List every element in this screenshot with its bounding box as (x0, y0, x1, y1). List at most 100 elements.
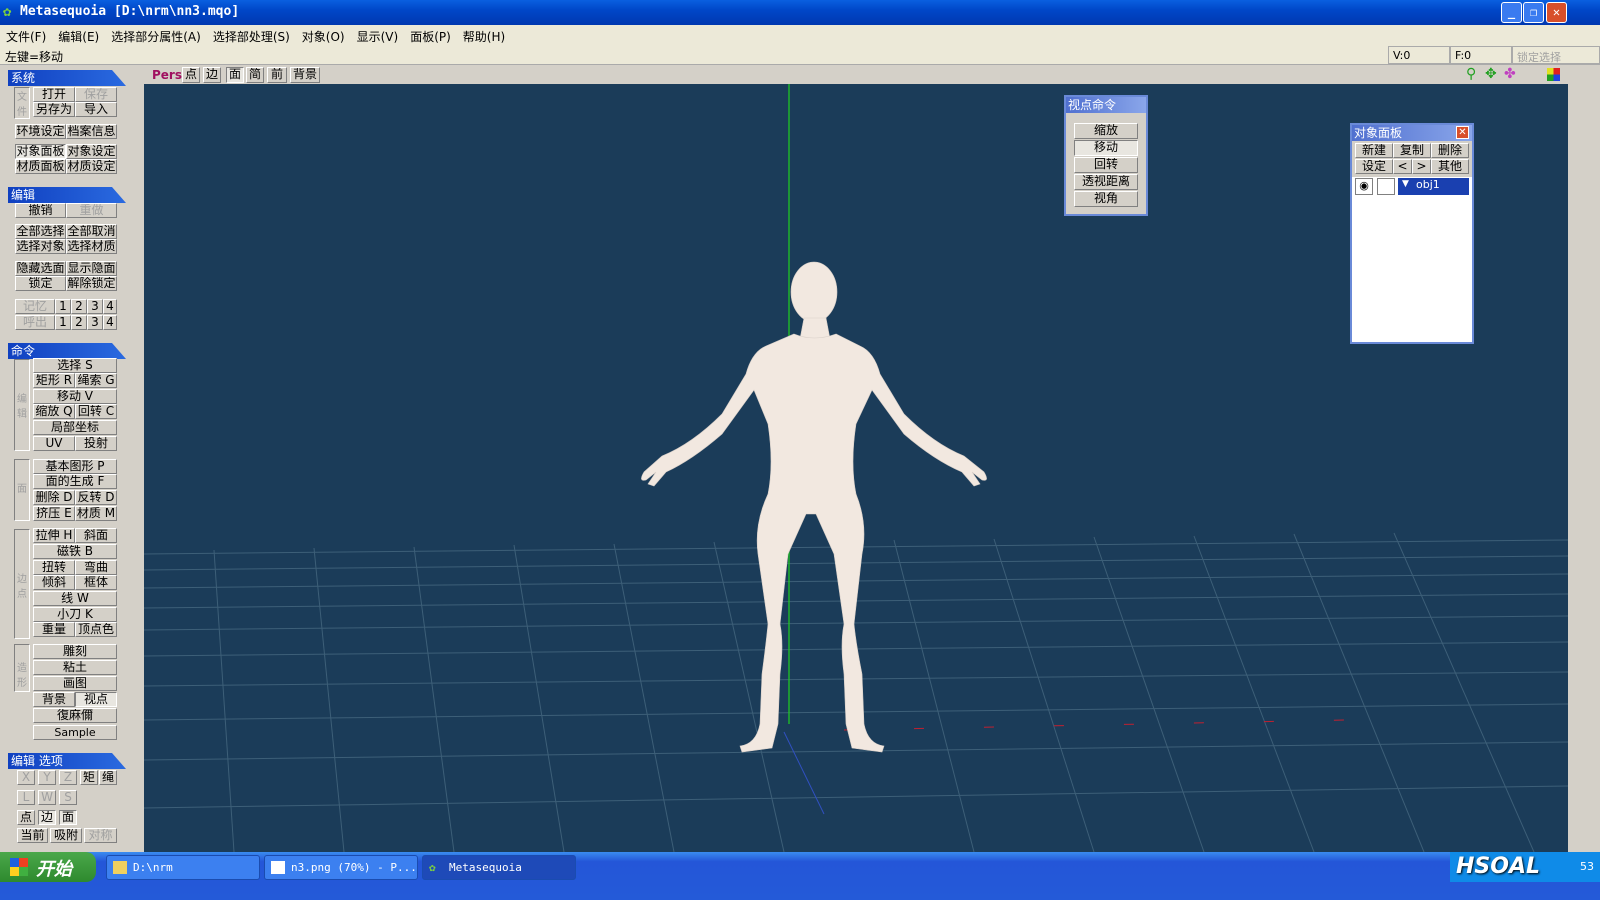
bevel-tool-button[interactable]: 斜面 (75, 528, 117, 543)
mirror-plugin-button[interactable]: 復麻儞 (33, 708, 117, 723)
expand-triangle-icon[interactable]: ▼ (1402, 179, 1409, 189)
knife-tool-button[interactable]: 小刀 K (33, 607, 117, 622)
edge-mode-toggle[interactable]: 边 (38, 810, 56, 825)
twist-tool-button[interactable]: 扭转 (33, 560, 75, 575)
object-panel-button[interactable]: 对象面板 (15, 144, 66, 159)
sculpt-tool-button[interactable]: 雕刻 (33, 644, 117, 659)
extrude-tool-button[interactable]: 挤压 E (33, 506, 75, 521)
axis-x-toggle[interactable]: X (17, 770, 35, 785)
taskbar-item-metasequoia[interactable]: ✿ Metasequoia (422, 855, 576, 880)
scale-tool-button[interactable]: 缩放 Q (33, 404, 75, 419)
copy-object-button[interactable]: 复制 (1393, 143, 1431, 158)
viewpoint-command-panel[interactable]: 视点命令 缩放 移动 回转 透视距离 视角 (1064, 95, 1148, 216)
sample-plugin-button[interactable]: Sample (33, 725, 117, 740)
delete-tool-button[interactable]: 删除 D (33, 490, 75, 505)
recall-slot-2[interactable]: 2 (71, 315, 87, 330)
current-object-toggle[interactable]: 当前 (17, 828, 48, 843)
open-button[interactable]: 打开 (33, 87, 75, 102)
import-button[interactable]: 导入 (75, 102, 117, 117)
recall-button[interactable]: 呼出 (15, 315, 55, 330)
clay-tool-button[interactable]: 粘土 (33, 660, 117, 675)
prev-object-button[interactable]: < (1393, 159, 1412, 174)
uv-button[interactable]: UV (33, 436, 75, 451)
lock-checkbox[interactable] (1377, 178, 1395, 195)
unlock-button[interactable]: 解除锁定 (66, 276, 117, 291)
vertex-display-toggle[interactable]: 点 (182, 67, 200, 83)
panel-header-system[interactable]: 系统 (8, 70, 126, 86)
basic-shape-button[interactable]: 基本图形 P (33, 459, 117, 474)
frame-tool-button[interactable]: 框体 (75, 575, 117, 590)
select-material-button[interactable]: 选择材质 (66, 239, 117, 254)
rotate-view-icon[interactable]: ✤ (1504, 66, 1516, 82)
save-as-button[interactable]: 另存为 (33, 102, 75, 117)
menu-edit[interactable]: 编辑(E) (52, 25, 105, 45)
material-tool-button[interactable]: 材质 M (75, 506, 117, 521)
slant-tool-button[interactable]: 倾斜 (33, 575, 75, 590)
material-panel-button[interactable]: 材质面板 (15, 159, 66, 174)
memory-slot-4[interactable]: 4 (103, 299, 117, 314)
layout-icon[interactable] (1547, 68, 1560, 81)
lasso-tool-button[interactable]: 绳索 G (75, 373, 117, 388)
viewpoint-panel-title[interactable]: 视点命令 (1066, 97, 1146, 113)
bend-tool-button[interactable]: 弯曲 (75, 560, 117, 575)
face-display-toggle[interactable]: 面 (226, 67, 244, 83)
menu-view[interactable]: 显示(V) (351, 25, 405, 45)
minimize-button[interactable]: _ (1501, 2, 1522, 23)
axis-z-toggle[interactable]: Z (59, 770, 77, 785)
lock-button[interactable]: 锁定 (15, 276, 66, 291)
background-display-toggle[interactable]: 背景 (290, 67, 320, 83)
close-button[interactable]: ✕ (1546, 2, 1567, 23)
flip-tool-button[interactable]: 反转 D (75, 490, 117, 505)
rope-select-toggle[interactable]: 绳 (99, 770, 117, 785)
view-zoom-button[interactable]: 缩放 (1074, 123, 1138, 139)
maximize-button[interactable]: ❐ (1523, 2, 1544, 23)
lock-selection-button[interactable]: 锁定选择 (1512, 46, 1600, 64)
object-panel-title[interactable]: 对象面板 ✕ (1352, 125, 1472, 141)
deselect-all-button[interactable]: 全部取消 (66, 224, 117, 239)
edge-display-toggle[interactable]: 边 (203, 67, 221, 83)
show-hidden-button[interactable]: 显示隐面 (66, 261, 117, 276)
next-object-button[interactable]: > (1412, 159, 1431, 174)
stretch-tool-button[interactable]: 拉伸 H (33, 528, 75, 543)
face-mode-toggle[interactable]: 面 (59, 810, 77, 825)
paint-tool-button[interactable]: 画图 (33, 676, 117, 691)
rect-tool-button[interactable]: 矩形 R (33, 373, 75, 388)
file-info-button[interactable]: 档案信息 (66, 124, 117, 139)
title-bar[interactable]: ✿ Metasequoia [D:\nrm\nn3.mqo] _ ❐ ✕ (0, 0, 1600, 25)
env-settings-button[interactable]: 环境设定 (15, 124, 66, 139)
object-settings-button-2[interactable]: 设定 (1355, 159, 1393, 174)
object-settings-button[interactable]: 对象设定 (66, 144, 117, 159)
new-object-button[interactable]: 新建 (1355, 143, 1393, 158)
rotate-tool-button[interactable]: 回转 C (75, 404, 117, 419)
menu-select-proc[interactable]: 选择部处理(S) (207, 25, 296, 45)
screen-toggle[interactable]: S (59, 790, 77, 805)
magnet-tool-button[interactable]: 磁铁 B (33, 544, 117, 559)
select-tool-button[interactable]: 选择 S (33, 358, 117, 373)
hide-selected-button[interactable]: 隐藏选面 (15, 261, 66, 276)
pan-icon[interactable]: ✥ (1485, 66, 1497, 82)
menu-select-attr[interactable]: 选择部分属性(A) (105, 25, 207, 45)
recall-slot-3[interactable]: 3 (87, 315, 103, 330)
memory-slot-3[interactable]: 3 (87, 299, 103, 314)
project-button[interactable]: 投射 (75, 436, 117, 451)
menu-file[interactable]: 文件(F) (0, 25, 52, 45)
right-scroll-strip[interactable] (1568, 66, 1600, 852)
snap-toggle[interactable]: 吸附 (50, 828, 82, 843)
taskbar-item-explorer[interactable]: D:\nrm (106, 855, 260, 880)
view-angle-button[interactable]: 视角 (1074, 191, 1138, 207)
memory-slot-2[interactable]: 2 (71, 299, 87, 314)
symmetry-toggle[interactable]: 对称 (84, 828, 117, 843)
move-tool-button[interactable]: 移动 V (33, 389, 117, 404)
line-tool-button[interactable]: 线 W (33, 591, 117, 606)
material-settings-button[interactable]: 材质设定 (66, 159, 117, 174)
start-button[interactable]: 开始 (0, 852, 96, 882)
front-display-toggle[interactable]: 前 (267, 67, 287, 83)
perspective-label[interactable]: Pers (152, 68, 182, 82)
viewpoint-tool-button[interactable]: 视点 (75, 692, 117, 707)
other-object-button[interactable]: 其他 (1431, 159, 1469, 174)
menu-panel[interactable]: 面板(P) (404, 25, 457, 45)
background-tool-button[interactable]: 背景 (33, 692, 75, 707)
recall-slot-4[interactable]: 4 (103, 315, 117, 330)
object-list-item[interactable]: ▼ obj1 (1398, 178, 1469, 195)
zoom-icon[interactable]: ⚲ (1466, 66, 1476, 82)
